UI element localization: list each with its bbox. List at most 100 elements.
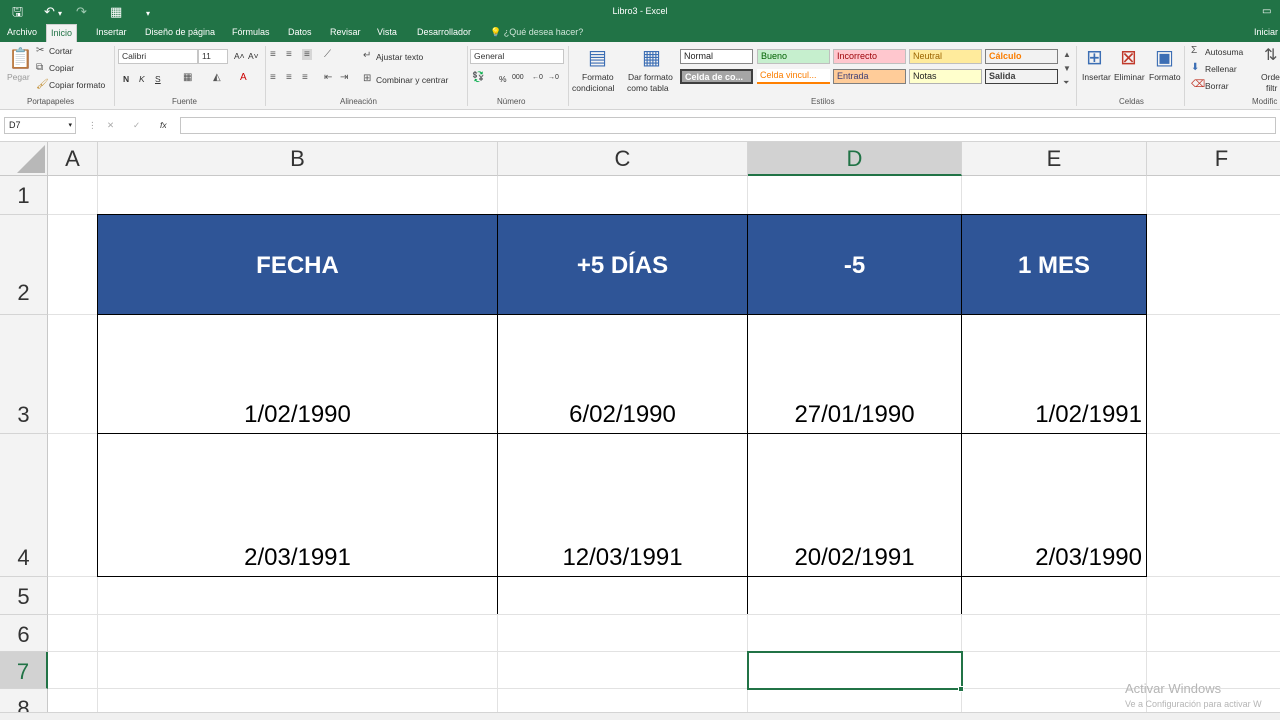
select-all-button[interactable]	[0, 142, 48, 176]
conditional-format-label2[interactable]: condicional	[572, 83, 615, 93]
autosum-button[interactable]: Autosuma	[1205, 47, 1243, 57]
increase-font-icon[interactable]: A˄	[234, 51, 245, 61]
merge-center-button[interactable]: Combinar y centrar	[376, 75, 448, 85]
ribbon-display-icon[interactable]: ▭	[1262, 4, 1271, 20]
paste-icon[interactable]: 📋	[8, 46, 33, 71]
table-header-mas-5-dias[interactable]: +5 DÍAS	[497, 214, 748, 315]
font-name-select[interactable]: Calibri	[118, 49, 198, 64]
signin-link[interactable]: Iniciar	[1250, 24, 1280, 42]
table-cell[interactable]: 1/02/1991	[961, 314, 1147, 434]
insert-cells-button[interactable]: Insertar	[1082, 72, 1111, 82]
name-box[interactable]: D7 ▾	[4, 117, 76, 134]
style-normal[interactable]: Normal	[680, 49, 753, 64]
tab-desarrollador[interactable]: Desarrollador	[413, 24, 475, 42]
fill-button[interactable]: Rellenar	[1205, 64, 1237, 74]
sort-filter-label2[interactable]: filtr	[1266, 83, 1277, 93]
paste-button[interactable]: Pegar	[7, 72, 30, 82]
column-header-c[interactable]: C	[498, 142, 748, 176]
table-cell[interactable]: 1/02/1990	[97, 314, 498, 434]
copy-button[interactable]: Copiar	[49, 63, 74, 73]
row-header-3[interactable]: 3	[0, 315, 48, 434]
accounting-format-icon[interactable]: 💱	[472, 72, 484, 83]
cut-button[interactable]: Cortar	[49, 46, 73, 56]
tab-formulas[interactable]: Fórmulas	[228, 24, 274, 42]
column-header-b[interactable]: B	[98, 142, 498, 176]
format-as-table-label2[interactable]: como tabla	[627, 83, 669, 93]
format-as-table-icon[interactable]: ▦	[642, 45, 661, 70]
row-header-2[interactable]: 2	[0, 215, 48, 315]
style-entrada[interactable]: Entrada	[833, 69, 906, 84]
style-incorrecto[interactable]: Incorrecto	[833, 49, 906, 64]
clear-icon[interactable]: ⌫	[1191, 79, 1205, 90]
column-header-e[interactable]: E	[962, 142, 1147, 176]
insert-cells-icon[interactable]: ⊞	[1086, 45, 1103, 70]
format-painter-button[interactable]: Copiar formato	[49, 80, 105, 90]
wrap-text-button[interactable]: Ajustar texto	[376, 52, 423, 62]
table-cell[interactable]: 2/03/1991	[97, 433, 498, 577]
orientation-icon[interactable]: ⟋	[324, 49, 331, 60]
decrease-indent-icon[interactable]: ⇤	[324, 72, 332, 83]
increase-indent-icon[interactable]: ⇥	[340, 72, 348, 83]
align-right-icon[interactable]: ≡	[302, 72, 308, 83]
align-left-icon[interactable]: ≡	[270, 72, 276, 83]
thousands-button[interactable]: 000	[512, 74, 524, 81]
column-header-a[interactable]: A	[48, 142, 98, 176]
clear-button[interactable]: Borrar	[1205, 81, 1229, 91]
style-celda-comprobacion[interactable]: Celda de co...	[680, 69, 753, 84]
tab-revisar[interactable]: Revisar	[326, 24, 365, 42]
table-cell[interactable]: 20/02/1991	[747, 433, 962, 577]
font-size-select[interactable]: 11	[198, 49, 228, 64]
style-salida[interactable]: Salida	[985, 69, 1058, 84]
decrease-font-icon[interactable]: A˅	[248, 51, 259, 61]
table-cell[interactable]: 27/01/1990	[747, 314, 962, 434]
tab-vista[interactable]: Vista	[373, 24, 401, 42]
sort-filter-label1[interactable]: Orde	[1261, 72, 1280, 82]
align-middle-icon[interactable]: ≡	[286, 49, 292, 60]
row-header-7[interactable]: 7	[0, 652, 48, 689]
row-header-5[interactable]: 5	[0, 577, 48, 615]
sort-filter-icon[interactable]: ⇅	[1264, 45, 1277, 65]
table-cell[interactable]: 6/02/1990	[497, 314, 748, 434]
insert-function-icon[interactable]: fx	[160, 120, 167, 130]
formula-cancel-icon[interactable]: ✕	[107, 120, 114, 131]
bold-button[interactable]: N	[123, 74, 129, 84]
style-neutral[interactable]: Neutral	[909, 49, 982, 64]
format-cells-icon[interactable]: ▣	[1155, 45, 1174, 70]
column-header-f[interactable]: F	[1147, 142, 1280, 176]
fill-icon[interactable]: ⬇	[1191, 62, 1199, 73]
style-notas[interactable]: Notas	[909, 69, 982, 84]
cut-icon[interactable]: ✂	[36, 45, 44, 56]
number-format-select[interactable]: General	[470, 49, 564, 64]
styles-scroll-down-icon[interactable]: ▼	[1063, 64, 1071, 73]
percent-button[interactable]: %	[499, 74, 507, 84]
format-cells-button[interactable]: Formato	[1149, 72, 1181, 82]
conditional-format-label1[interactable]: Formato	[582, 72, 614, 82]
decrease-decimal-icon[interactable]: →0	[548, 74, 559, 81]
conditional-format-icon[interactable]: ▤	[588, 45, 607, 70]
tab-insertar[interactable]: Insertar	[92, 24, 131, 42]
autosum-icon[interactable]: Σ	[1191, 45, 1197, 56]
tab-datos[interactable]: Datos	[284, 24, 316, 42]
tell-me-search[interactable]: 💡 ¿Qué desea hacer?	[486, 24, 587, 42]
table-cell[interactable]: 2/03/1990	[961, 433, 1147, 577]
format-painter-icon[interactable]: 🖌	[36, 79, 49, 90]
table-cell[interactable]: 12/03/1991	[497, 433, 748, 577]
align-top-icon[interactable]: ≡	[270, 49, 276, 60]
tab-inicio[interactable]: Inicio	[46, 24, 78, 42]
row-header-8[interactable]: 8	[0, 689, 48, 714]
fill-color-icon[interactable]: ◭	[213, 72, 221, 83]
increase-decimal-icon[interactable]: ←0	[532, 74, 543, 81]
row-header-4[interactable]: 4	[0, 434, 48, 577]
borders-icon[interactable]: ▦	[183, 72, 192, 83]
styles-scroll-up-icon[interactable]: ▲	[1063, 50, 1071, 59]
format-as-table-label1[interactable]: Dar formato	[628, 72, 673, 82]
style-bueno[interactable]: Bueno	[757, 49, 830, 64]
row-header-1[interactable]: 1	[0, 176, 48, 215]
font-color-icon[interactable]: A	[240, 72, 247, 83]
underline-button[interactable]: S	[155, 74, 161, 84]
row-header-6[interactable]: 6	[0, 615, 48, 652]
formula-bar-grip-icon[interactable]: ⋮	[88, 120, 97, 131]
table-header-1-mes[interactable]: 1 MES	[961, 214, 1147, 315]
formula-enter-icon[interactable]: ✓	[133, 120, 140, 131]
name-box-dropdown-icon[interactable]: ▾	[68, 118, 72, 133]
